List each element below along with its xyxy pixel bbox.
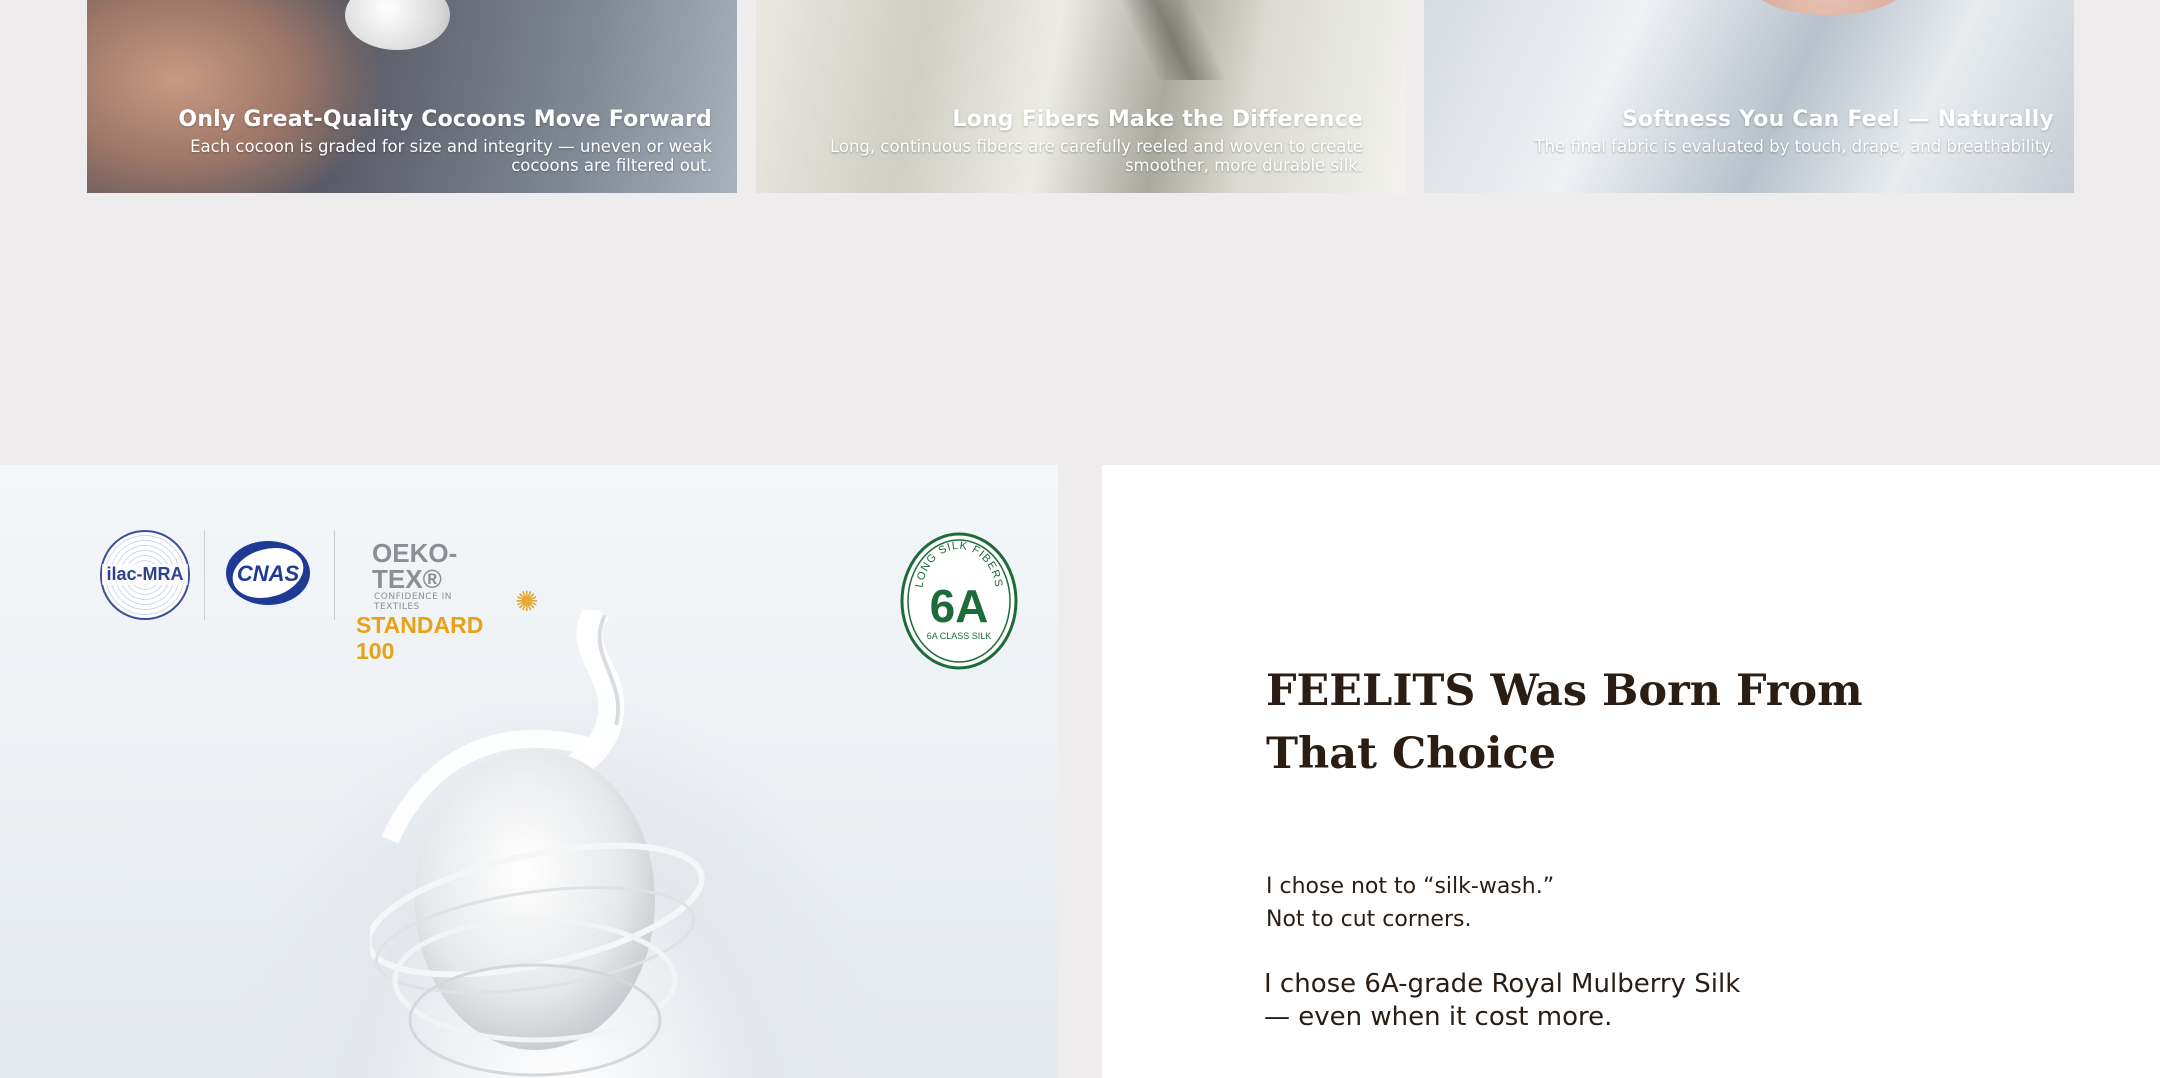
story-heading: FEELITS Was Born From That Choice: [1266, 660, 1866, 786]
card-description-line: smoother, more durable silk.: [1124, 156, 1363, 175]
feature-card-cocoons: Only Great-Quality Cocoons Move Forward …: [87, 0, 737, 193]
oeko-tex-subtitle: CONFIDENCE IN TEXTILES: [374, 592, 452, 612]
heading-line: FEELITS Was Born From: [1266, 666, 1863, 716]
logo-divider: [204, 530, 205, 620]
card-text: Only Great-Quality Cocoons Move Forward …: [178, 102, 712, 176]
oeko-flower-icon: ✺: [515, 585, 539, 618]
silk-cocoon-illustration: [370, 610, 705, 1077]
paragraph-line: — even when it cost more.: [1264, 1002, 1613, 1032]
heading-line: That Choice: [1266, 729, 1556, 779]
card-title: Long Fibers Make the Difference: [952, 107, 1363, 132]
card-description-line: Long, continuous fibers are carefully re…: [829, 137, 1363, 156]
cnas-logo: CNAS: [226, 541, 310, 605]
feature-cards: Only Great-Quality Cocoons Move Forward …: [87, 0, 2074, 193]
card-text: Long Fibers Make the Difference Long, co…: [830, 102, 1363, 176]
story-paragraph-2: I chose 6A-grade Royal Mulberry Silk — e…: [1264, 968, 1740, 1034]
oeko-tex-logo: OEKO-TEX® CONFIDENCE IN TEXTILES STANDAR…: [356, 538, 538, 664]
card-image-silk-fabric: [1424, 0, 2074, 193]
oeko-tex-standard: STANDARD 100: [356, 612, 484, 664]
card-title: Softness You Can Feel — Naturally: [1621, 107, 2054, 132]
card-description-line: The final fabric is evaluated by touch, …: [1534, 137, 2054, 156]
paragraph-line: I chose not to “silk-wash.”: [1266, 874, 1555, 899]
paragraph-line: I chose 6A-grade Royal Mulberry Silk: [1264, 969, 1741, 999]
card-text: Softness You Can Feel — Naturally The fi…: [1534, 102, 2054, 157]
card-description-line: cocoons are filtered out.: [511, 156, 712, 175]
card-title: Only Great-Quality Cocoons Move Forward: [178, 107, 712, 132]
badge-bottom-text: 6A CLASS SILK: [927, 631, 992, 641]
feature-card-fibers: Long Fibers Make the Difference Long, co…: [756, 0, 1406, 193]
6a-grade-badge: LONG SILK FIBERS 6A 6A CLASS SILK: [900, 532, 1018, 670]
ilac-mra-logo: ilac-MRA: [100, 530, 190, 620]
paragraph-line: Not to cut corners.: [1266, 907, 1472, 932]
cnas-label: CNAS: [237, 561, 300, 586]
oeko-tex-title: OEKO-TEX®: [372, 538, 458, 594]
feature-card-softness: Softness You Can Feel — Naturally The fi…: [1424, 0, 2074, 193]
badge-main-text: 6A: [930, 580, 989, 632]
ilac-mra-label: ilac-MRA: [102, 564, 188, 585]
card-description-line: Each cocoon is graded for size and integ…: [190, 137, 712, 156]
story-paragraph-1: I chose not to “silk-wash.” Not to cut c…: [1266, 870, 1554, 936]
logo-divider: [334, 530, 335, 620]
